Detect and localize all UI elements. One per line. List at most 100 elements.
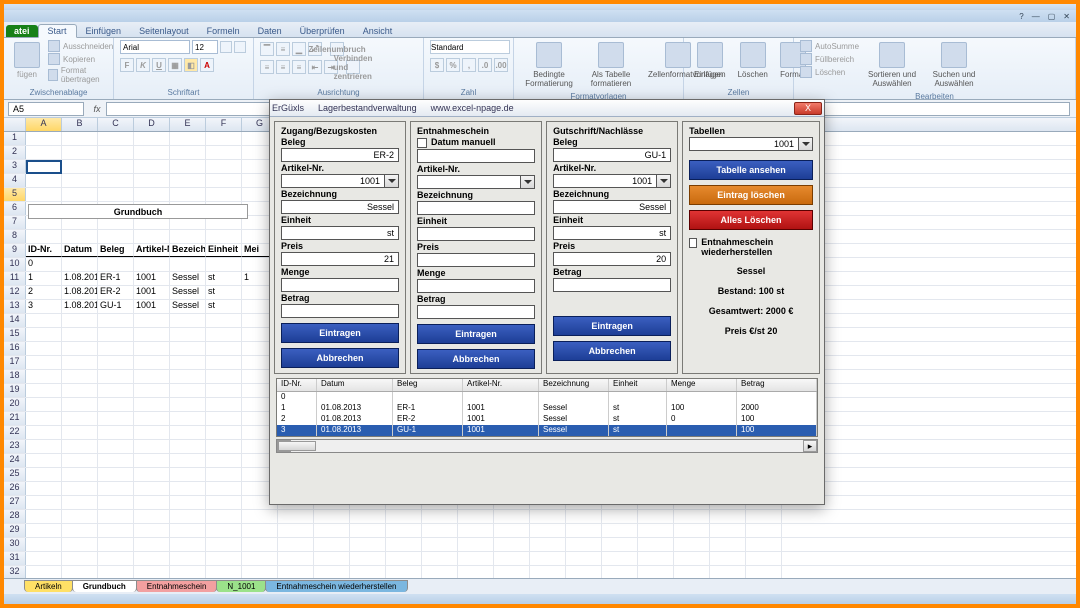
cell[interactable]: st	[206, 286, 242, 299]
cell[interactable]	[386, 552, 422, 565]
cell[interactable]	[134, 482, 170, 495]
cell[interactable]	[134, 510, 170, 523]
cell[interactable]	[170, 356, 206, 369]
col-header-E[interactable]: E	[170, 118, 206, 131]
cell[interactable]	[134, 370, 170, 383]
fx-icon[interactable]: fx	[88, 104, 106, 114]
cell[interactable]	[62, 174, 98, 187]
cell[interactable]	[26, 188, 62, 201]
cell[interactable]	[170, 146, 206, 159]
userform-menu-2[interactable]: Lagerbestandverwaltung	[318, 103, 431, 113]
delete-cells-button[interactable]: Löschen	[734, 40, 772, 81]
row-header[interactable]: 2	[4, 146, 26, 159]
cell[interactable]	[98, 482, 134, 495]
cell[interactable]	[674, 566, 710, 578]
cell[interactable]	[746, 552, 782, 565]
cell[interactable]	[170, 496, 206, 509]
cell[interactable]	[98, 160, 134, 173]
cell[interactable]	[26, 384, 62, 397]
row-header[interactable]: 1	[4, 132, 26, 145]
name-box[interactable]: A5	[8, 102, 84, 116]
cell[interactable]	[494, 538, 530, 551]
tab-ueberpruefen[interactable]: Überprüfen	[291, 25, 354, 37]
cell[interactable]	[26, 566, 62, 578]
cell[interactable]	[26, 468, 62, 481]
cut-button[interactable]: Ausschneiden	[48, 40, 113, 52]
cell[interactable]	[206, 538, 242, 551]
cell[interactable]	[206, 258, 242, 271]
cell[interactable]: 1001	[134, 286, 170, 299]
cell[interactable]	[170, 398, 206, 411]
cell[interactable]	[26, 160, 62, 173]
cell[interactable]	[26, 412, 62, 425]
cell[interactable]	[206, 160, 242, 173]
cell[interactable]	[170, 468, 206, 481]
copy-button[interactable]: Kopieren	[48, 53, 113, 65]
entnahme-menge-field[interactable]	[417, 279, 535, 293]
cell[interactable]	[530, 538, 566, 551]
alles-loeschen-button[interactable]: Alles Löschen	[689, 210, 813, 230]
col-header-D[interactable]: D	[134, 118, 170, 131]
cell[interactable]	[566, 524, 602, 537]
cell[interactable]	[62, 132, 98, 145]
cell[interactable]: ID-Nr.	[26, 244, 62, 257]
find-select-button[interactable]: Suchen und Auswählen	[925, 40, 983, 90]
cell[interactable]: Bezeichnung	[170, 244, 206, 257]
cell[interactable]	[62, 314, 98, 327]
cell[interactable]	[134, 314, 170, 327]
cell[interactable]	[170, 188, 206, 201]
gutschrift-preis-field[interactable]: 20	[553, 252, 671, 266]
cell[interactable]	[422, 510, 458, 523]
cell[interactable]	[350, 538, 386, 551]
cell[interactable]	[62, 412, 98, 425]
cell[interactable]	[278, 510, 314, 523]
cell[interactable]: st	[206, 300, 242, 313]
row-header[interactable]: 16	[4, 342, 26, 355]
cell[interactable]	[422, 552, 458, 565]
cell[interactable]	[62, 230, 98, 243]
row-header[interactable]: 10	[4, 258, 26, 271]
cell[interactable]	[278, 524, 314, 537]
cell[interactable]: 2	[26, 286, 62, 299]
cell[interactable]	[386, 566, 422, 578]
cell[interactable]	[602, 510, 638, 523]
cell[interactable]	[62, 398, 98, 411]
cell[interactable]	[746, 566, 782, 578]
cell[interactable]: 1.08.201	[62, 272, 98, 285]
cell[interactable]	[170, 370, 206, 383]
cell[interactable]	[206, 174, 242, 187]
cell[interactable]	[746, 524, 782, 537]
cell[interactable]	[26, 342, 62, 355]
row-header[interactable]: 29	[4, 524, 26, 537]
listview-scrollbar[interactable]: ◂ ▸	[276, 439, 818, 453]
cell[interactable]: ER-2	[98, 286, 134, 299]
cell[interactable]	[26, 370, 62, 383]
sheet-tab[interactable]: Entnahmeschein wiederherstellen	[265, 580, 407, 592]
cell[interactable]	[62, 454, 98, 467]
cell[interactable]	[530, 566, 566, 578]
merge-center[interactable]: Verbinden und zentrieren	[346, 60, 360, 74]
cell[interactable]	[350, 510, 386, 523]
align-mid[interactable]: ≡	[276, 42, 290, 56]
cell[interactable]	[206, 146, 242, 159]
cell[interactable]	[134, 160, 170, 173]
cell[interactable]	[62, 160, 98, 173]
cell[interactable]	[26, 524, 62, 537]
cell[interactable]: Datum	[62, 244, 98, 257]
gutschrift-abbrechen-button[interactable]: Abbrechen	[553, 341, 671, 361]
shrink-font-icon[interactable]	[234, 41, 246, 53]
cell[interactable]	[26, 356, 62, 369]
border-button[interactable]: ▦	[168, 58, 182, 72]
cell[interactable]	[206, 496, 242, 509]
dropdown-icon[interactable]	[521, 175, 535, 189]
scroll-thumb[interactable]	[278, 441, 316, 451]
cell[interactable]	[134, 356, 170, 369]
cell[interactable]: 1001	[134, 300, 170, 313]
cell[interactable]	[62, 496, 98, 509]
row-header[interactable]: 13	[4, 300, 26, 313]
cell[interactable]	[422, 524, 458, 537]
fill-button[interactable]: Füllbereich	[800, 53, 859, 65]
zugang-art-select[interactable]: 1001	[281, 174, 385, 188]
cell[interactable]	[206, 370, 242, 383]
cell[interactable]	[458, 566, 494, 578]
